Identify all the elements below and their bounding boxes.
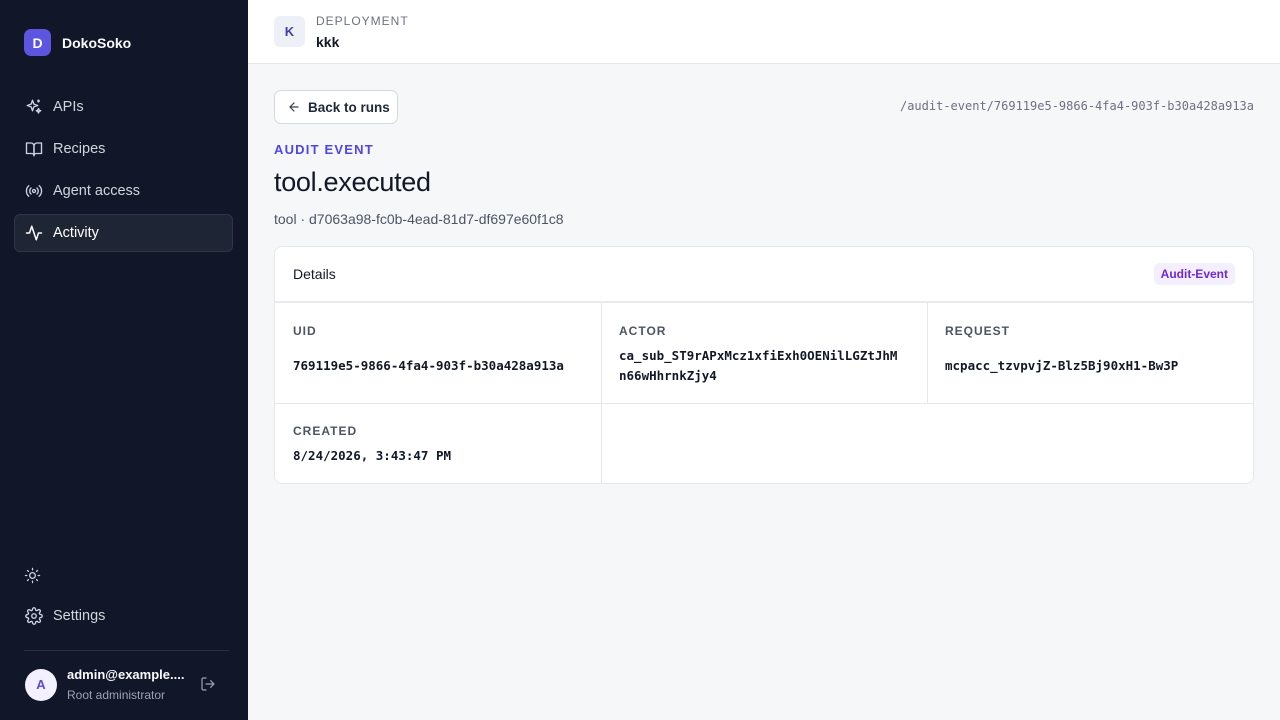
sidebar-item-label: Settings (53, 608, 106, 624)
field-value: 769119e5-9866-4fa4-903f-b30a428a913a (293, 358, 564, 373)
route-path: /audit-event/769119e5-9866-4fa4-903f-b30… (899, 99, 1254, 113)
field-created: CREATED 8/24/2026, 3:43:47 PM (275, 403, 601, 483)
book-icon (25, 140, 43, 158)
sidebar-item-recipes[interactable]: Recipes (14, 130, 233, 168)
deployment-label: DEPLOYMENT (316, 14, 409, 28)
field-request: REQUEST mcpacc_tzvpvjZ-Blz5Bj90xH1-Bw3P (927, 303, 1253, 403)
details-grid: UID 769119e5-9866-4fa4-903f-b30a428a913a… (275, 303, 1253, 483)
sidebar-item-agent-access[interactable]: Agent access (14, 172, 233, 210)
sidebar-item-label: Agent access (53, 183, 141, 199)
details-header: Details Audit-Event (275, 247, 1253, 303)
sidebar-item-activity[interactable]: Activity (14, 214, 233, 252)
field-label: REQUEST (945, 324, 1011, 338)
back-to-runs-button[interactable]: Back to runs (274, 90, 398, 124)
field-label: ACTOR (619, 324, 667, 338)
back-button-label: Back to runs (308, 99, 390, 115)
user-info: admin@example.... Root administrator (67, 667, 185, 702)
top-header: K DEPLOYMENT kkk (248, 0, 1280, 64)
sidebar-nav: APIs Recipes Agent access Activity (14, 88, 233, 256)
sidebar-item-label: Activity (53, 225, 99, 241)
field-value-line-1: ca_sub_ST9rAPxMcz1xfiExh0OENilLGZtJhM (619, 348, 898, 363)
page-title: tool.executed (274, 167, 431, 197)
field-value: mcpacc_tzvpvjZ-Blz5Bj90xH1-Bw3P (945, 358, 1179, 373)
sidebar-item-settings[interactable]: Settings (14, 597, 233, 635)
activity-icon (25, 224, 43, 242)
deployment-name[interactable]: kkk (316, 34, 339, 50)
sidebar-divider (24, 650, 229, 651)
field-label: UID (293, 324, 317, 338)
details-title: Details (293, 266, 336, 282)
field-uid: UID 769119e5-9866-4fa4-903f-b30a428a913a (275, 303, 601, 403)
field-label: CREATED (293, 424, 358, 438)
broadcast-icon (25, 182, 43, 200)
field-value: 8/24/2026, 3:43:47 PM (293, 448, 452, 463)
user-email: admin@example.... (67, 667, 185, 682)
avatar[interactable]: A (25, 668, 57, 701)
page-subtitle: tool · d7063a98-fc0b-4ead-81d7-df697e60f… (274, 211, 564, 227)
logout-icon[interactable] (200, 676, 216, 692)
arrow-left-icon (287, 100, 301, 114)
field-actor: ACTOR ca_sub_ST9rAPxMcz1xfiExh0OENilLGZt… (601, 303, 927, 403)
sidebar-settings: Settings (14, 597, 233, 639)
status-badge: Audit-Event (1153, 263, 1235, 285)
user-profile: A admin@example.... Root administrator (25, 667, 225, 702)
user-role: Root administrator (67, 688, 166, 702)
brand-logo: D (24, 29, 51, 56)
deployment-badge: K (274, 16, 305, 47)
sidebar-item-label: APIs (53, 99, 84, 115)
brand-name: DokoSoko (62, 34, 132, 51)
page-eyebrow: AUDIT EVENT (274, 142, 374, 157)
sparkle-icon (25, 98, 43, 116)
sidebar-item-apis[interactable]: APIs (14, 88, 233, 126)
sidebar: D DokoSoko APIs Recipes Agent access Act… (0, 0, 248, 720)
gear-icon (25, 607, 43, 625)
field-value-line-2: n66wHhrnkZjy4 (619, 368, 717, 383)
brand[interactable]: D DokoSoko (24, 29, 131, 56)
sun-icon[interactable] (24, 567, 41, 584)
sidebar-item-label: Recipes (53, 141, 106, 157)
details-card: Details Audit-Event UID 769119e5-9866-4f… (274, 246, 1254, 484)
